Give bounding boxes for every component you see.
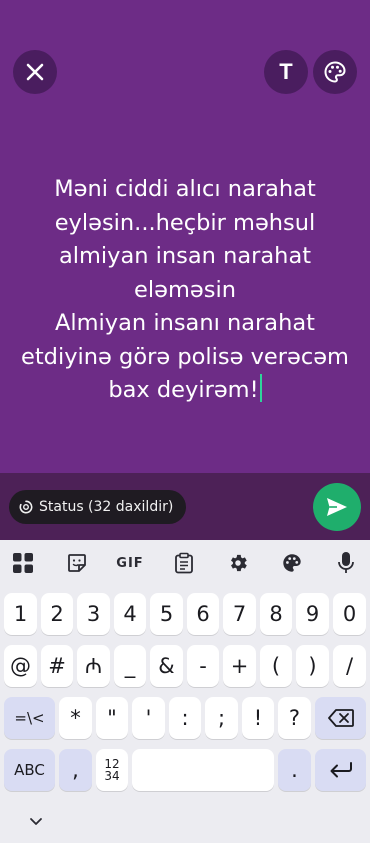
key-close-paren[interactable]: ) bbox=[296, 645, 329, 687]
key-colon[interactable]: : bbox=[169, 697, 201, 739]
key-4[interactable]: 4 bbox=[114, 593, 146, 635]
key-asterisk[interactable]: * bbox=[59, 697, 92, 739]
sticker-icon bbox=[68, 554, 86, 572]
key-5[interactable]: 5 bbox=[150, 593, 183, 635]
voice-input-button[interactable] bbox=[332, 550, 360, 576]
key-period[interactable]: . bbox=[278, 749, 311, 791]
key-at[interactable]: @ bbox=[4, 645, 37, 687]
more-symbols-key[interactable]: =\< bbox=[4, 697, 55, 739]
apps-grid-button[interactable] bbox=[9, 550, 37, 576]
audience-label: Status (32 daxildir) bbox=[39, 499, 174, 515]
key-1[interactable]: 1 bbox=[4, 593, 37, 635]
palette-icon bbox=[283, 554, 301, 572]
abc-key[interactable]: ABC bbox=[4, 749, 55, 791]
status-text-display[interactable]: Məni ciddi alıcı narahat eyləsin...heçbi… bbox=[20, 173, 350, 408]
gif-label: GIF bbox=[116, 555, 144, 571]
key-8[interactable]: 8 bbox=[260, 593, 292, 635]
close-button[interactable] bbox=[13, 50, 57, 94]
gear-icon bbox=[231, 554, 247, 572]
keyboard-toolbar: GIF bbox=[0, 540, 370, 586]
clipboard-button[interactable] bbox=[170, 550, 198, 576]
key-question[interactable]: ? bbox=[278, 697, 311, 739]
key-exclamation[interactable]: ! bbox=[242, 697, 274, 739]
palette-icon bbox=[324, 61, 346, 83]
text-icon: T bbox=[279, 59, 293, 84]
status-composer: T Məni ciddi alıcı narahat eyləsin...heç… bbox=[0, 0, 370, 473]
key-manat[interactable]: ₼ bbox=[77, 645, 110, 687]
collapse-keyboard-button[interactable] bbox=[27, 812, 45, 830]
backspace-icon bbox=[327, 709, 354, 727]
key-slash[interactable]: / bbox=[333, 645, 366, 687]
soft-keyboard: GIF 1 2 3 4 5 6 7 8 9 0 @ # ₼ _ & - + (… bbox=[0, 540, 370, 843]
numpad-key[interactable]: 12 34 bbox=[96, 749, 128, 791]
text-style-button[interactable]: T bbox=[264, 50, 308, 94]
chevron-down-icon bbox=[30, 817, 42, 825]
key-single-quote[interactable]: ' bbox=[132, 697, 165, 739]
sticker-button[interactable] bbox=[63, 550, 91, 576]
status-text: Məni ciddi alıcı narahat eyləsin...heçbi… bbox=[21, 176, 349, 403]
backspace-key[interactable] bbox=[315, 697, 366, 739]
key-9[interactable]: 9 bbox=[296, 593, 329, 635]
key-double-quote[interactable]: " bbox=[96, 697, 128, 739]
numpad-label-bottom: 34 bbox=[104, 769, 120, 783]
theme-button[interactable] bbox=[278, 550, 306, 576]
send-button[interactable] bbox=[313, 483, 361, 531]
key-3[interactable]: 3 bbox=[77, 593, 110, 635]
text-cursor bbox=[259, 374, 262, 402]
background-color-button[interactable] bbox=[313, 50, 357, 94]
key-underscore[interactable]: _ bbox=[114, 645, 146, 687]
key-2[interactable]: 2 bbox=[41, 593, 73, 635]
space-key[interactable] bbox=[132, 749, 274, 791]
key-semicolon[interactable]: ; bbox=[205, 697, 238, 739]
key-comma[interactable]: , bbox=[59, 749, 92, 791]
key-ampersand[interactable]: & bbox=[150, 645, 183, 687]
key-minus[interactable]: - bbox=[187, 645, 219, 687]
key-7[interactable]: 7 bbox=[223, 593, 256, 635]
key-open-paren[interactable]: ( bbox=[260, 645, 292, 687]
clipboard-icon bbox=[175, 552, 193, 574]
apps-grid-icon bbox=[13, 553, 33, 573]
status-bottom-bar: Status (32 daxildir) bbox=[0, 473, 370, 540]
enter-icon bbox=[330, 762, 352, 778]
gif-button[interactable]: GIF bbox=[114, 550, 146, 576]
microphone-icon bbox=[338, 552, 354, 573]
key-plus[interactable]: + bbox=[223, 645, 256, 687]
key-hash[interactable]: # bbox=[41, 645, 73, 687]
settings-button[interactable] bbox=[224, 550, 252, 576]
enter-key[interactable] bbox=[315, 749, 366, 791]
send-icon bbox=[327, 498, 347, 516]
audience-selector[interactable]: Status (32 daxildir) bbox=[9, 490, 187, 524]
close-icon bbox=[26, 63, 44, 81]
status-ring-icon bbox=[19, 500, 33, 514]
key-0[interactable]: 0 bbox=[333, 593, 366, 635]
key-6[interactable]: 6 bbox=[187, 593, 219, 635]
